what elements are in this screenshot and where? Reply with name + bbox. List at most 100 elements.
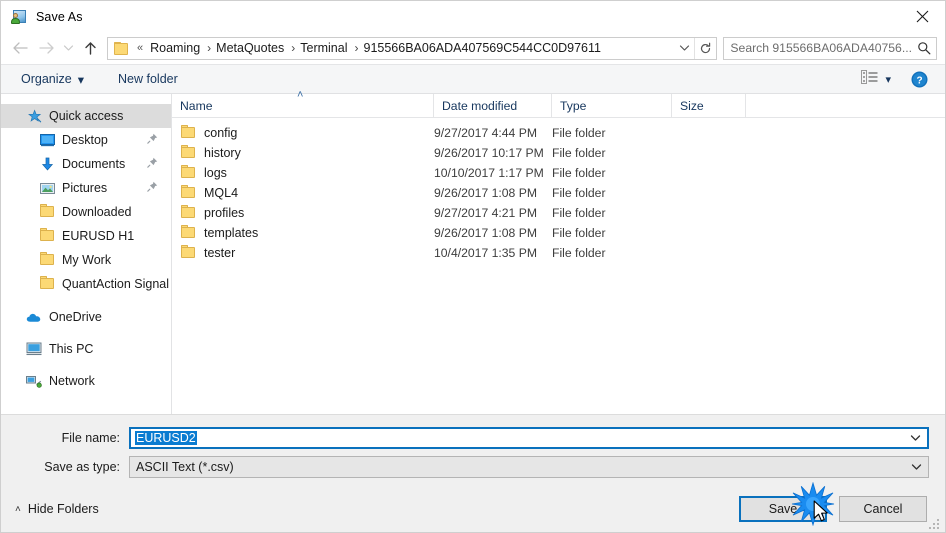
breadcrumb-separator[interactable]: ›: [351, 38, 361, 59]
save-as-type-combobox[interactable]: ASCII Text (*.csv): [129, 456, 929, 478]
breadcrumb-item-terminal[interactable]: Terminal: [297, 38, 350, 59]
dialog-footer: ˄ Hide Folders Save Cancel: [1, 486, 945, 532]
organize-button[interactable]: Organize ▾: [15, 68, 90, 90]
sidebar-item-label: Network: [49, 374, 95, 388]
file-type: File folder: [552, 226, 606, 240]
column-header-filler: [746, 94, 945, 117]
file-type: File folder: [552, 206, 606, 220]
sidebar-item-quick-access[interactable]: Quick access: [1, 104, 171, 128]
dialog-body: Quick access Desktop Documents Pictures …: [1, 89, 945, 414]
sidebar-item-label: Documents: [62, 157, 126, 171]
chevron-down-icon[interactable]: [904, 463, 928, 471]
column-header-label: Size: [680, 98, 704, 113]
breadcrumb-separator[interactable]: ›: [287, 38, 297, 59]
network-icon: [26, 373, 42, 389]
file-name: profiles: [204, 206, 245, 220]
column-header-name[interactable]: Name ˄: [172, 89, 434, 117]
chevron-down-icon: ▾: [77, 72, 85, 87]
pin-icon[interactable]: [147, 133, 158, 147]
hide-folders-button[interactable]: ˄ Hide Folders: [15, 502, 99, 516]
resize-grip-icon[interactable]: [929, 517, 941, 529]
column-header-date-modified[interactable]: Date modified: [434, 94, 552, 117]
help-button[interactable]: ?: [907, 71, 931, 88]
sidebar-item-this-pc[interactable]: This PC: [1, 337, 171, 361]
sidebar-item-my-work[interactable]: My Work: [1, 248, 171, 272]
pin-icon[interactable]: [147, 157, 158, 171]
new-folder-button[interactable]: New folder: [112, 68, 184, 90]
file-date: 9/27/2017 4:44 PM: [434, 126, 537, 140]
search-input[interactable]: Search 915566BA06ADA40756...: [724, 41, 912, 55]
search-icon[interactable]: [912, 41, 936, 55]
file-name-row: File name: EURUSD2: [17, 427, 929, 449]
up-button[interactable]: [77, 35, 103, 61]
desktop-icon: [39, 132, 55, 148]
file-name-cell: history: [172, 145, 434, 161]
onedrive-icon: [26, 309, 42, 325]
file-date: 9/27/2017 4:21 PM: [434, 206, 537, 220]
table-row[interactable]: templates 9/26/2017 1:08 PM File folder: [172, 223, 945, 243]
file-date: 9/26/2017 10:17 PM: [434, 146, 544, 160]
sidebar-item-onedrive[interactable]: OneDrive: [1, 305, 171, 329]
file-name: history: [204, 146, 241, 160]
file-date: 9/26/2017 1:08 PM: [434, 186, 537, 200]
file-name-cell: profiles: [172, 205, 434, 221]
breadcrumb-item-metaquotes[interactable]: MetaQuotes: [213, 38, 287, 59]
save-as-type-value: ASCII Text (*.csv): [136, 460, 234, 474]
save-button[interactable]: Save: [739, 496, 827, 522]
sidebar-item-desktop[interactable]: Desktop: [1, 128, 171, 152]
chevron-down-icon[interactable]: [674, 38, 694, 59]
sidebar-item-pictures[interactable]: Pictures: [1, 176, 171, 200]
file-list-rows: config 9/27/2017 4:44 PM File folder his…: [172, 118, 945, 414]
save-as-type-label: Save as type:: [44, 460, 120, 474]
sidebar-item-label: Downloaded: [62, 205, 132, 219]
table-row[interactable]: profiles 9/27/2017 4:21 PM File folder: [172, 203, 945, 223]
table-row[interactable]: history 9/26/2017 10:17 PM File folder: [172, 143, 945, 163]
refresh-icon[interactable]: [694, 37, 716, 59]
file-name-combobox[interactable]: EURUSD2: [129, 427, 929, 449]
table-row[interactable]: MQL4 9/26/2017 1:08 PM File folder: [172, 183, 945, 203]
file-name: templates: [204, 226, 259, 240]
search-box[interactable]: Search 915566BA06ADA40756...: [723, 36, 937, 60]
sidebar-item-quantaction-signal[interactable]: QuantAction Signal: [1, 272, 171, 296]
file-list: Name ˄ Date modified Type Size config 9/…: [172, 89, 945, 414]
download-arrow-icon: [39, 156, 55, 172]
back-button[interactable]: [7, 35, 33, 61]
cancel-button[interactable]: Cancel: [839, 496, 927, 522]
file-name: config: [204, 126, 238, 140]
file-date: 9/26/2017 1:08 PM: [434, 226, 537, 240]
file-date: 10/4/2017 1:35 PM: [434, 246, 537, 260]
recent-locations-button[interactable]: [59, 35, 77, 61]
column-header-size[interactable]: Size: [672, 94, 746, 117]
breadcrumb-item-current[interactable]: 915566BA06ADA407569C544CC0D97611: [361, 38, 675, 59]
file-name-cell: templates: [172, 225, 434, 241]
column-header-type[interactable]: Type: [552, 94, 672, 117]
sidebar-item-label: OneDrive: [49, 310, 102, 324]
navigation-sidebar: Quick access Desktop Documents Pictures …: [1, 94, 172, 414]
file-name-input[interactable]: EURUSD2: [131, 431, 903, 445]
address-bar[interactable]: « Roaming › MetaQuotes › Terminal › 9155…: [107, 36, 718, 60]
cancel-button-label: Cancel: [863, 502, 903, 516]
sidebar-item-network[interactable]: Network: [1, 369, 171, 393]
view-layout-button[interactable]: ▾: [857, 69, 895, 89]
file-name-cell: config: [172, 125, 434, 141]
breadcrumb-separator[interactable]: ›: [203, 38, 213, 59]
table-row[interactable]: logs 10/10/2017 1:17 PM File folder: [172, 163, 945, 183]
save-as-dialog: Save As « Roaming › MetaQuotes › Termina: [0, 0, 946, 533]
pin-icon[interactable]: [147, 181, 158, 195]
chevron-down-icon[interactable]: [903, 434, 927, 442]
close-icon[interactable]: [899, 1, 945, 31]
table-row[interactable]: config 9/27/2017 4:44 PM File folder: [172, 123, 945, 143]
title-bar: Save As: [1, 1, 945, 32]
table-row[interactable]: tester 10/4/2017 1:35 PM File folder: [172, 243, 945, 263]
breadcrumb-item-roaming[interactable]: Roaming: [147, 38, 203, 59]
sidebar-item-label: My Work: [62, 253, 112, 267]
forward-button[interactable]: [33, 35, 59, 61]
sidebar-item-downloaded[interactable]: Downloaded: [1, 200, 171, 224]
this-pc-icon: [26, 341, 42, 357]
hide-folders-label: Hide Folders: [27, 502, 99, 516]
breadcrumb-overflow[interactable]: «: [133, 38, 147, 59]
sidebar-item-label: EURUSD H1: [62, 229, 135, 243]
sidebar-item-documents[interactable]: Documents: [1, 152, 171, 176]
file-name-cell: MQL4: [172, 185, 434, 201]
sidebar-item-eurusd-h1[interactable]: EURUSD H1: [1, 224, 171, 248]
